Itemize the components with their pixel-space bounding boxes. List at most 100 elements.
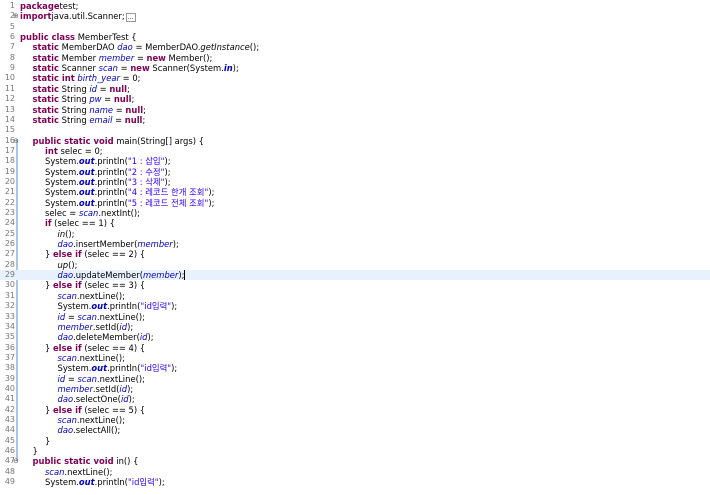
code-line[interactable]: 41 dao.selectOne(id); (0, 394, 710, 404)
line-number: 45 (4, 435, 15, 445)
code-token: .selectAll(); (73, 425, 121, 436)
code-token: = (113, 104, 126, 115)
code-text: public static void main(String[] args) { (33, 136, 205, 146)
code-line[interactable]: 47 ⊖ public static void in() { (0, 456, 710, 466)
code-line[interactable]: 44 dao.selectAll(); (0, 425, 710, 435)
code-text: System.out.println("5 : 레코드 전체 조회"); (45, 198, 214, 208)
code-line[interactable]: 16 ⊖ public static void main(String[] args… (0, 136, 710, 146)
code-text: System.out.println("id입력"); (58, 363, 178, 373)
code-text: scan.nextLine(); (58, 291, 125, 301)
code-line[interactable]: 10 static int birth_year = 0; (0, 73, 710, 83)
code-line[interactable]: 46} (0, 446, 710, 456)
code-line[interactable]: 30} else if (selec == 3) { (0, 280, 710, 290)
code-line[interactable]: 17 int selec = 0; (0, 146, 710, 156)
code-token: "id입력" (140, 363, 172, 374)
code-token: int (45, 145, 58, 156)
code-line[interactable]: 43 scan.nextLine(); (0, 415, 710, 425)
code-line[interactable]: 13 static String name = null; (0, 105, 710, 115)
code-line[interactable]: 36} else if (selec == 4) { (0, 343, 710, 353)
code-line[interactable]: 42} else if (selec == 5) { (0, 405, 710, 415)
code-line[interactable]: 32 System.out.println("id입력"); (0, 301, 710, 311)
code-line[interactable]: 6 public class MemberTest { (0, 32, 710, 42)
code-token: (selec == 5) { (81, 404, 146, 415)
code-line[interactable]: 15 (0, 125, 710, 135)
code-line[interactable]: 5 (0, 22, 710, 32)
code-token: "1 : 삽입" (127, 156, 165, 167)
line-number: 20 (4, 176, 15, 186)
collapse-fold-icon[interactable]: ⊖ (13, 456, 19, 466)
code-line[interactable]: 40 member.setId(id); (0, 384, 710, 394)
code-line[interactable]: 39 id = scan.nextLine(); (0, 374, 710, 384)
code-line[interactable]: 22 System.out.println("5 : 레코드 전체 조회"); (0, 198, 710, 208)
code-token: void (90, 135, 114, 146)
code-token: dao (57, 394, 74, 405)
line-number: 31 (4, 290, 15, 300)
code-line[interactable]: 48 scan.nextLine(); (0, 467, 710, 477)
code-token: scan (77, 373, 97, 384)
code-line[interactable]: 33 id = scan.nextLine(); (0, 312, 710, 322)
code-token: System. (45, 156, 79, 167)
code-line[interactable]: 45} (0, 436, 710, 446)
code-line[interactable]: 31 scan.nextLine(); (0, 291, 710, 301)
code-text: System.out.println("id입력"); (45, 477, 165, 487)
code-token: (selec == 3) { (81, 280, 146, 291)
code-token: email (89, 114, 113, 125)
code-line[interactable]: 18 System.out.println("1 : 삽입"); (0, 156, 710, 166)
code-token: Scanner (58, 63, 99, 74)
expand-fold-icon[interactable]: ⊕ (13, 11, 19, 21)
code-line[interactable]: 34 member.setId(id); (0, 322, 710, 332)
code-token: .selectOne( (73, 394, 121, 405)
code-token: selec = (45, 208, 79, 218)
code-line[interactable]: 7 static MemberDAO dao = MemberDAO.getIns… (0, 42, 710, 52)
collapse-fold-icon[interactable]: ⊖ (13, 136, 19, 146)
code-token: "3 : 삭제" (127, 176, 165, 187)
code-token: void (90, 456, 114, 467)
code-line[interactable]: 49 System.out.println("id입력"); (0, 477, 710, 487)
code-line[interactable]: 38 System.out.println("id입력"); (0, 363, 710, 373)
code-line[interactable]: 19 System.out.println("2 : 수정"); (0, 167, 710, 177)
code-line[interactable]: 14 static String email = null; (0, 115, 710, 125)
line-number: 28 (4, 259, 15, 269)
code-line[interactable]: 21 System.out.println("4 : 레코드 한개 조회"); (0, 187, 710, 197)
code-text: id = scan.nextLine(); (58, 374, 145, 384)
code-token: ); (158, 477, 165, 488)
code-line[interactable]: 29 dao.updateMember(member); (0, 270, 710, 281)
code-token: ); (147, 332, 154, 343)
line-number: 39 (4, 373, 15, 383)
code-editor[interactable]: 1 packagetest; 2 ⊕ importjava.util.Scanner;…… (0, 0, 710, 495)
code-line[interactable]: 35 dao.deleteMember(id); (0, 332, 710, 342)
code-line[interactable]: 24 if (selec == 1) { (0, 218, 710, 228)
code-token: id (57, 373, 66, 384)
code-token: .println( (107, 363, 141, 374)
code-token: static (32, 114, 59, 125)
code-text: if (selec == 1) { (45, 218, 115, 228)
code-token: .updateMember( (73, 270, 143, 281)
code-line[interactable]: 8 static Member member = new Member(); (0, 53, 710, 63)
line-number: 30 (4, 280, 15, 290)
code-token: } (45, 342, 53, 353)
code-line[interactable]: 28 up(); (0, 260, 710, 270)
code-token: test (59, 1, 76, 11)
code-line[interactable]: 37 scan.nextLine(); (0, 353, 710, 363)
code-line[interactable]: 26 dao.insertMember(member); (0, 239, 710, 249)
code-line[interactable]: 1 packagetest; (0, 1, 710, 11)
code-line[interactable]: 20 System.out.println("3 : 삭제"); (0, 177, 710, 187)
code-text: member.setId(id); (58, 384, 134, 394)
code-line[interactable]: 11 static String id = null; (0, 84, 710, 94)
line-number: 7 (9, 42, 15, 52)
code-line[interactable]: 27} else if (selec == 2) { (0, 249, 710, 259)
code-line[interactable]: 12 static String pw = null; (0, 94, 710, 104)
code-token: ; (75, 1, 79, 11)
code-token: = (101, 94, 114, 105)
code-token: member (137, 239, 173, 250)
code-text: System.out.println("2 : 수정"); (45, 167, 171, 177)
code-token: static (32, 83, 59, 94)
code-token: "id입력" (127, 477, 159, 488)
code-token: .println( (94, 197, 128, 208)
code-line[interactable]: 23 selec = scan.nextInt(); (0, 208, 710, 218)
code-token: } (45, 249, 53, 260)
code-token: MemberTest { (75, 32, 137, 43)
code-line[interactable]: 25 in(); (0, 229, 710, 239)
code-line[interactable]: 9 static Scanner scan = new Scanner(Syste… (0, 63, 710, 73)
code-line[interactable]: 2 ⊕ importjava.util.Scanner;… (0, 11, 710, 23)
